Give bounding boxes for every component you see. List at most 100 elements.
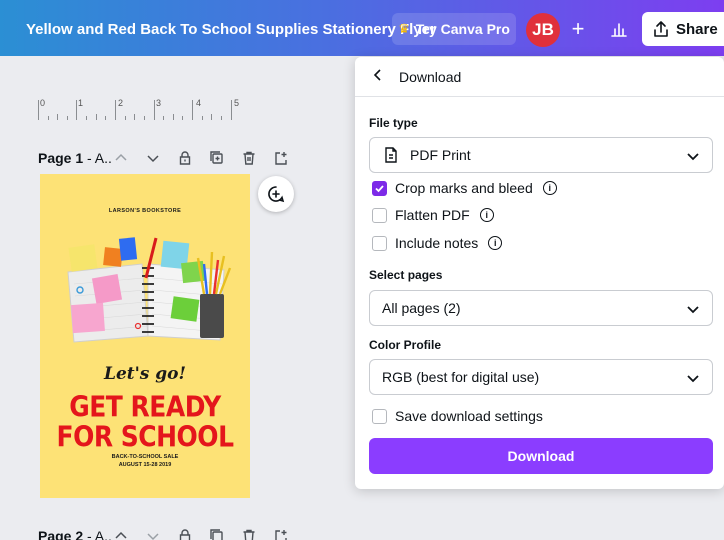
flyer-tagline: Let's go! [103,364,186,384]
ruler-tick [202,116,203,120]
save-settings-checkbox[interactable] [372,408,387,424]
avatar[interactable]: JB [526,13,560,47]
chevron-down-icon[interactable] [142,148,164,168]
try-canva-pro-button[interactable]: ♛ Try Canva Pro [392,13,516,45]
trash-icon[interactable] [238,526,260,540]
comment-plus-icon [268,186,285,203]
duplicate-page-icon[interactable] [206,526,228,540]
insights-button[interactable] [602,13,636,45]
ruler-label: 0 [40,98,46,108]
include-notes-label: Include notes [395,235,479,251]
ruler-tick [134,114,135,120]
chevron-up-icon[interactable] [110,526,132,540]
lock-icon[interactable] [174,526,196,540]
ruler-tick [211,114,212,120]
ruler-tick [115,100,116,120]
try-canva-pro-label: Try Canva Pro [415,21,510,37]
page-2-tools [110,526,292,540]
crown-icon: ♛ [398,21,410,36]
select-pages-dropdown[interactable]: All pages (2) [369,290,713,326]
file-type-label: File type [369,116,418,130]
page-1-header: Page 1 - A.. [38,148,112,168]
flyer-date-text: AUGUST 15-28 2019 [118,462,172,468]
ruler-tick [96,114,97,120]
upload-icon [654,21,668,37]
ruler-label: 2 [118,98,124,108]
page-number: Page 1 [38,150,84,166]
trash-icon[interactable] [238,148,260,168]
document-title[interactable]: Yellow and Red Back To School Supplies S… [26,21,436,38]
ruler-tick [76,100,77,120]
flatten-pdf-option[interactable]: Flatten PDF i [372,207,494,223]
color-profile-dropdown[interactable]: RGB (best for digital use) [369,359,713,395]
ruler-tick [163,116,164,120]
add-page-icon[interactable] [270,148,292,168]
share-label: Share [676,20,718,38]
ruler-label: 5 [234,98,240,108]
ruler-tick [144,116,145,120]
chevron-down-icon[interactable] [142,526,164,540]
add-comment-button[interactable] [258,176,294,212]
info-icon[interactable]: i [479,208,494,222]
download-panel-title: Download [399,68,462,85]
lock-icon[interactable] [174,148,196,168]
duplicate-page-icon[interactable] [206,148,228,168]
add-collaborator-button[interactable]: + [562,13,594,45]
ruler-tick [48,116,49,120]
flatten-pdf-label: Flatten PDF [395,207,470,223]
flatten-pdf-checkbox[interactable] [372,207,387,223]
chevron-down-icon [687,306,699,314]
add-page-icon[interactable] [270,526,292,540]
save-settings-label: Save download settings [395,408,543,424]
page-2-label[interactable]: Page 2 - A.. [38,528,112,540]
chevron-down-icon [687,153,699,161]
file-type-select[interactable]: PDF Print [369,137,713,173]
info-icon[interactable]: i [542,181,557,195]
download-panel-header: Download [355,57,724,97]
back-arrow-icon[interactable] [371,66,385,87]
page-number: Page 2 [38,528,84,540]
notebook-illustration [67,237,232,343]
ruler-tick [125,116,126,120]
download-button[interactable]: Download [369,438,713,474]
ruler-tick [154,100,155,120]
select-pages-value: All pages (2) [382,300,461,316]
share-button[interactable]: Share [642,12,724,46]
flyer-headline-line-2: FOR SCHOOL [56,419,235,454]
crop-marks-label: Crop marks and bleed [395,180,533,196]
flyer-headline-line-1: GET READY [69,389,221,424]
include-notes-option[interactable]: Include notes i [372,235,503,251]
crop-marks-option[interactable]: Crop marks and bleed i [372,180,557,196]
color-profile-label: Color Profile [369,338,442,352]
download-panel: Download File type PDF Print Crop marks … [355,57,724,489]
include-notes-checkbox[interactable] [372,235,387,251]
page-title: - A.. [83,150,112,166]
ruler-tick [192,100,193,120]
checkmark-icon [375,184,384,192]
ruler-tick [173,114,174,120]
bar-chart-icon [611,23,627,37]
color-profile-value: RGB (best for digital use) [382,369,540,385]
ruler-tick [67,116,68,120]
flyer-store-name: LARSON'S BOOKSTORE [108,208,182,214]
info-icon[interactable]: i [488,236,503,250]
flyer-sale-text: BACK-TO-SCHOOL SALE [111,454,179,460]
page-1-label[interactable]: Page 1 - A.. [38,150,112,166]
save-settings-option[interactable]: Save download settings [372,408,543,424]
crop-marks-checkbox[interactable] [372,180,387,196]
page-title: - A.. [83,528,112,540]
flyer-page-1[interactable]: LARSON'S BOOKSTORE Let's go! GET READY F… [40,174,250,498]
page-1-tools [110,148,292,168]
ruler-tick [221,116,222,120]
select-pages-label: Select pages [369,268,443,282]
chevron-up-icon[interactable] [110,148,132,168]
ruler-tick [57,114,58,120]
ruler-tick [231,100,232,120]
ruler: 0 1 2 3 4 5 [38,98,253,120]
top-bar: Yellow and Red Back To School Supplies S… [0,0,724,56]
ruler-tick [86,116,87,120]
page-2-header: Page 2 - A.. [38,526,112,540]
document-icon [385,147,397,163]
ruler-tick [38,100,39,120]
ruler-label: 1 [78,98,84,108]
